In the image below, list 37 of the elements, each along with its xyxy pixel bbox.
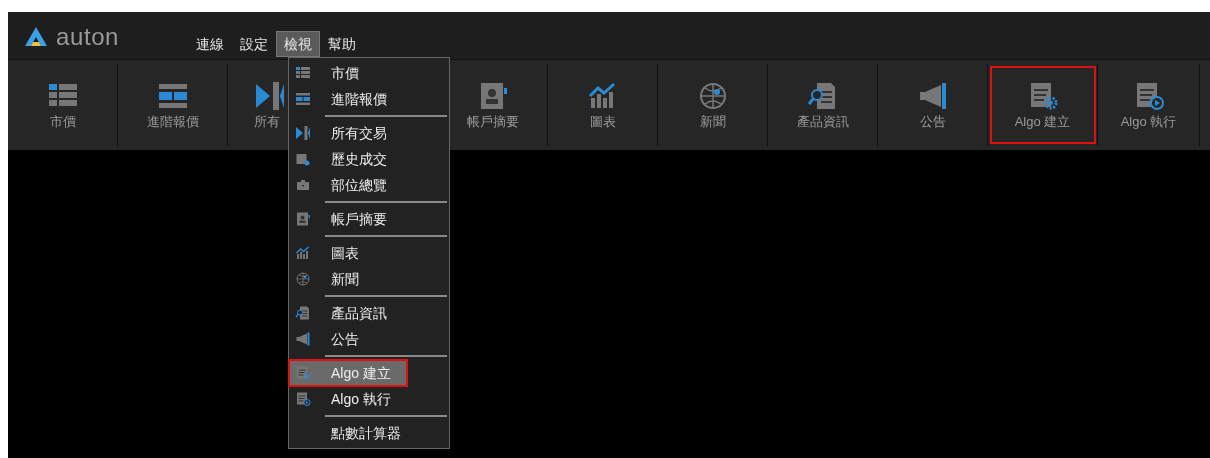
briefcase-icon bbox=[295, 177, 311, 193]
menu-option[interactable]: 產品資訊 bbox=[289, 300, 449, 326]
toolbar-button[interactable]: Algo 建立 bbox=[988, 64, 1098, 146]
document-gear-icon bbox=[295, 365, 311, 381]
quote-board-icon bbox=[295, 91, 311, 107]
menu-option[interactable]: 帳戶摘要 bbox=[289, 206, 449, 232]
toolbar-button[interactable]: 圖表 bbox=[548, 64, 658, 146]
menu-option[interactable]: 新聞 bbox=[289, 266, 449, 292]
grid-icon bbox=[295, 65, 311, 81]
menu-item[interactable]: 幫助 bbox=[320, 31, 364, 57]
menu-item[interactable]: 設定 bbox=[232, 31, 276, 57]
menu-option[interactable]: 歷史成交 bbox=[289, 146, 449, 172]
split-arrows-icon bbox=[295, 125, 311, 141]
menu-option[interactable]: 部位總覽 bbox=[289, 172, 449, 198]
menu-option[interactable]: 公告 bbox=[289, 326, 449, 352]
contact-card-icon bbox=[295, 211, 311, 227]
globe-icon bbox=[295, 271, 311, 287]
menu-option[interactable]: 點數計算器 bbox=[289, 420, 449, 446]
logo-icon bbox=[24, 26, 48, 48]
chart-icon bbox=[295, 245, 311, 261]
menu-option[interactable]: 圖表 bbox=[289, 240, 449, 266]
document-play-icon bbox=[295, 391, 311, 407]
megaphone-icon bbox=[295, 331, 311, 347]
toolbar-button[interactable]: 產品資訊 bbox=[768, 64, 878, 146]
split-arrows-icon bbox=[254, 80, 286, 112]
menu-option[interactable]: Algo 建立 bbox=[289, 360, 407, 386]
menu-option[interactable]: Algo 執行 bbox=[289, 386, 449, 412]
toolbar-button[interactable]: 進階報價 bbox=[118, 64, 228, 146]
logo-text: auton bbox=[56, 25, 120, 49]
document-search-icon bbox=[295, 305, 311, 321]
calendar-clock-icon bbox=[295, 151, 311, 167]
menu-item[interactable]: 連線 bbox=[188, 31, 232, 57]
toolbar-button[interactable]: Algo 執行 bbox=[1098, 64, 1200, 146]
toolbar-button[interactable]: 新聞 bbox=[658, 64, 768, 146]
toolbar-button[interactable]: 公告 bbox=[878, 64, 988, 146]
menu-item[interactable]: 檢視 bbox=[276, 31, 320, 57]
toolbar-button[interactable]: 市價 bbox=[8, 64, 118, 146]
